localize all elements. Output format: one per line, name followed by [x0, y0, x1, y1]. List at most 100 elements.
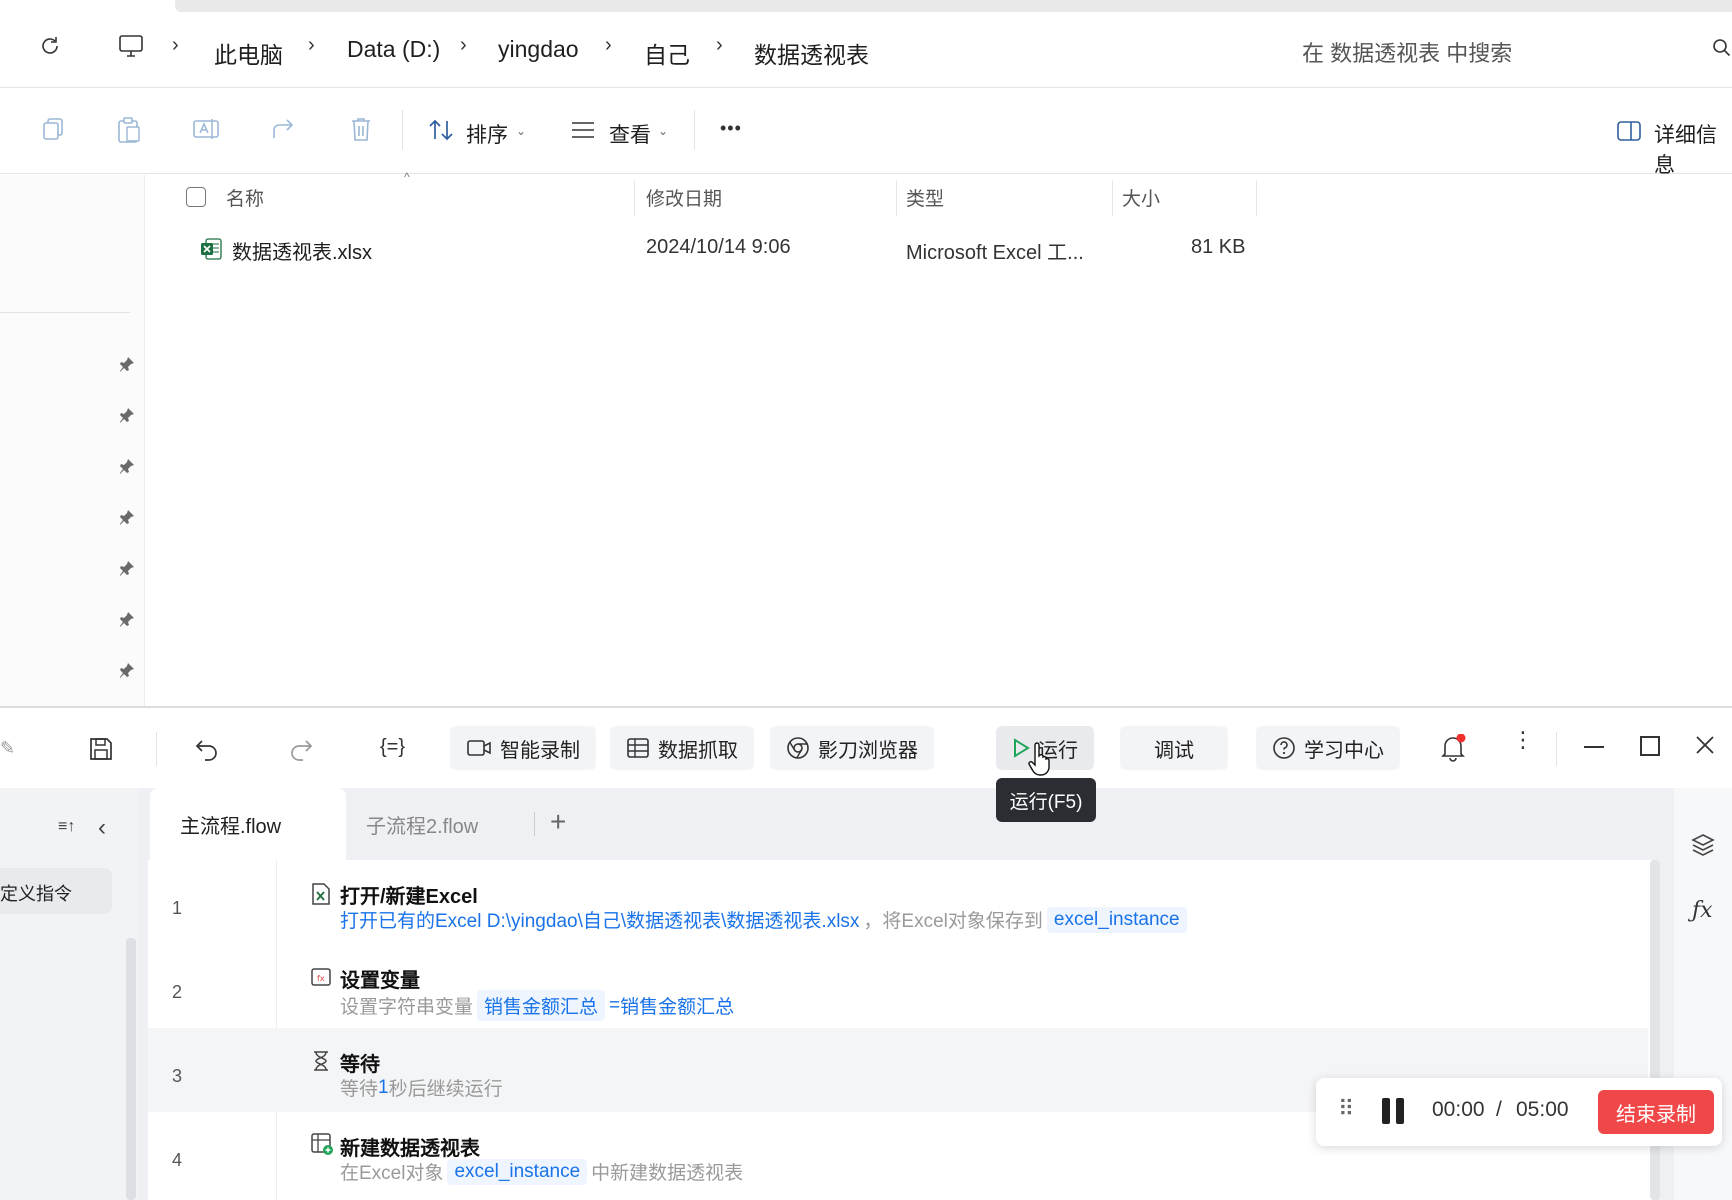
time-limit: 05:00: [1516, 1098, 1569, 1121]
variable-chip[interactable]: excel_instance: [1046, 906, 1187, 933]
breadcrumb-this-pc[interactable]: 此电脑: [214, 36, 283, 70]
debug-button[interactable]: 调试: [1120, 726, 1228, 770]
variable-chip[interactable]: 销售金额汇总: [477, 990, 606, 1021]
bell-icon[interactable]: [1440, 734, 1466, 762]
pin-icon[interactable]: [118, 559, 136, 577]
command-panel: ≡↑ ‹ 定义指令: [0, 788, 138, 1200]
chevron-right-icon: ›: [605, 34, 612, 56]
custom-command-item[interactable]: 定义指令: [0, 868, 112, 914]
breadcrumb-self[interactable]: 自己: [644, 36, 690, 70]
column-separator: [896, 180, 897, 216]
pin-icon[interactable]: [118, 355, 136, 373]
table-row[interactable]: 数据透视表.xlsx 2024/10/14 9:06 Microsoft Exc…: [186, 226, 1256, 270]
file-size: 81 KB: [1191, 236, 1246, 258]
sort-button[interactable]: 排序: [466, 119, 508, 149]
step-desc-post: 中新建数据透视表: [591, 1163, 744, 1184]
browser-button[interactable]: 影刀浏览器: [770, 726, 934, 770]
search-icon[interactable]: [1712, 38, 1732, 58]
chevron-right-icon: ›: [172, 34, 179, 56]
save-icon[interactable]: [88, 736, 114, 762]
maximize-icon[interactable]: [1640, 736, 1660, 756]
sort-panel-icon[interactable]: ≡↑: [58, 818, 75, 836]
time-separator: /: [1496, 1098, 1502, 1121]
pin-icon[interactable]: [118, 406, 136, 424]
column-separator: [1256, 180, 1257, 216]
chevron-right-icon: ›: [308, 34, 315, 56]
close-icon[interactable]: [1694, 734, 1716, 756]
drag-handle-icon[interactable]: ⠿: [1338, 1096, 1354, 1122]
breadcrumb-yingdao[interactable]: yingdao: [498, 36, 579, 63]
variables-icon[interactable]: {=}: [380, 736, 405, 759]
refresh-icon[interactable]: [38, 34, 62, 58]
rpa-toolbar: ✎ {=} 智能录制 数据抓取 影刀浏览器 运行 调试 学习中心 ⋮: [0, 708, 1732, 788]
copy-icon[interactable]: [40, 116, 66, 142]
learning-center-button[interactable]: 学习中心: [1256, 726, 1400, 770]
pause-icon[interactable]: [1382, 1098, 1390, 1124]
delete-icon[interactable]: [349, 116, 373, 142]
more-vertical-icon[interactable]: ⋮: [1512, 729, 1534, 751]
help-icon: [1272, 736, 1296, 760]
view-icon[interactable]: [570, 120, 596, 140]
pin-icon[interactable]: [118, 661, 136, 679]
tab-subflow-2[interactable]: 子流程2.flow: [366, 788, 478, 860]
file-modified: 2024/10/14 9:06: [646, 236, 791, 258]
sort-asc-icon: ^: [404, 170, 410, 184]
smart-record-button[interactable]: 智能录制: [450, 726, 596, 770]
file-explorer-window: › 此电脑 › Data (D:) › yingdao › 自己 › 数据透视表…: [0, 0, 1732, 706]
breadcrumb-drive[interactable]: Data (D:): [347, 36, 440, 63]
column-header-modified[interactable]: 修改日期: [646, 184, 722, 211]
stop-recording-button[interactable]: 结束录制: [1598, 1090, 1714, 1134]
function-icon[interactable]: ƒx: [1692, 898, 1713, 923]
view-button[interactable]: 查看: [609, 119, 651, 149]
scrollbar[interactable]: [1650, 860, 1660, 1200]
pin-icon[interactable]: [118, 508, 136, 526]
rename-icon[interactable]: [192, 116, 220, 142]
pin-icon[interactable]: [118, 610, 136, 628]
tab-main-flow[interactable]: 主流程.flow: [150, 788, 346, 860]
run-tooltip: 运行(F5): [996, 778, 1096, 822]
variable-chip[interactable]: excel_instance: [447, 1158, 588, 1185]
column-header-type[interactable]: 类型: [906, 184, 944, 211]
flow-step-2[interactable]: 2 fx 设置变量 设置字符串变量 销售金额汇总 = 销售金额汇总: [148, 944, 1648, 1028]
sort-icon[interactable]: [428, 118, 456, 142]
divider: [402, 110, 403, 150]
edit-icon[interactable]: ✎: [0, 738, 15, 759]
chevron-down-icon: ⌄: [658, 124, 669, 138]
navigation-pane: [0, 175, 145, 706]
flow-step-1[interactable]: 1 打开/新建Excel 打开已有的Excel D:\yingdao\自己\数据…: [148, 860, 1648, 944]
add-tab-icon[interactable]: +: [550, 808, 566, 836]
minimize-icon[interactable]: [1584, 746, 1604, 748]
details-button[interactable]: 详细信息: [1654, 119, 1732, 179]
tab-strip: [175, 0, 1732, 12]
column-header-name[interactable]: 名称: [226, 184, 264, 211]
step-title: 打开/新建Excel: [340, 886, 478, 908]
step-description: 打开已有的Excel D:\yingdao\自己\数据透视表\数据透视表.xls…: [340, 906, 1187, 933]
divider: [534, 812, 535, 836]
select-all-checkbox[interactable]: [186, 187, 206, 207]
column-header-size[interactable]: 大小: [1122, 184, 1160, 211]
redo-icon[interactable]: [288, 737, 314, 761]
step-title: 等待: [340, 1054, 380, 1076]
more-options-button[interactable]: •••: [720, 118, 742, 139]
hourglass-icon: [310, 1050, 332, 1072]
browser-icon: [786, 736, 810, 760]
file-name: 数据透视表.xlsx: [232, 242, 372, 264]
line-number: 4: [172, 1150, 183, 1170]
paste-icon[interactable]: [116, 116, 142, 144]
new-pivot-table-icon: [310, 1132, 334, 1156]
undo-icon[interactable]: [194, 737, 220, 761]
layers-icon[interactable]: [1690, 832, 1716, 858]
collapse-chevron-icon[interactable]: ‹: [98, 814, 106, 842]
smart-record-label: 智能录制: [500, 739, 580, 762]
step-desc-pre: 设置字符串变量: [340, 997, 474, 1018]
scrollbar[interactable]: [126, 938, 136, 1200]
breadcrumb-pivot-folder[interactable]: 数据透视表: [754, 36, 869, 70]
details-pane-icon[interactable]: [1616, 120, 1642, 142]
pin-icon[interactable]: [118, 457, 136, 475]
computer-icon[interactable]: [118, 34, 144, 58]
file-type: Microsoft Excel 工...: [906, 242, 1084, 264]
search-input[interactable]: 在 数据透视表 中搜索: [1302, 36, 1512, 68]
data-scrape-button[interactable]: 数据抓取: [610, 726, 754, 770]
share-icon[interactable]: [270, 116, 298, 142]
command-bar: [0, 88, 1732, 174]
